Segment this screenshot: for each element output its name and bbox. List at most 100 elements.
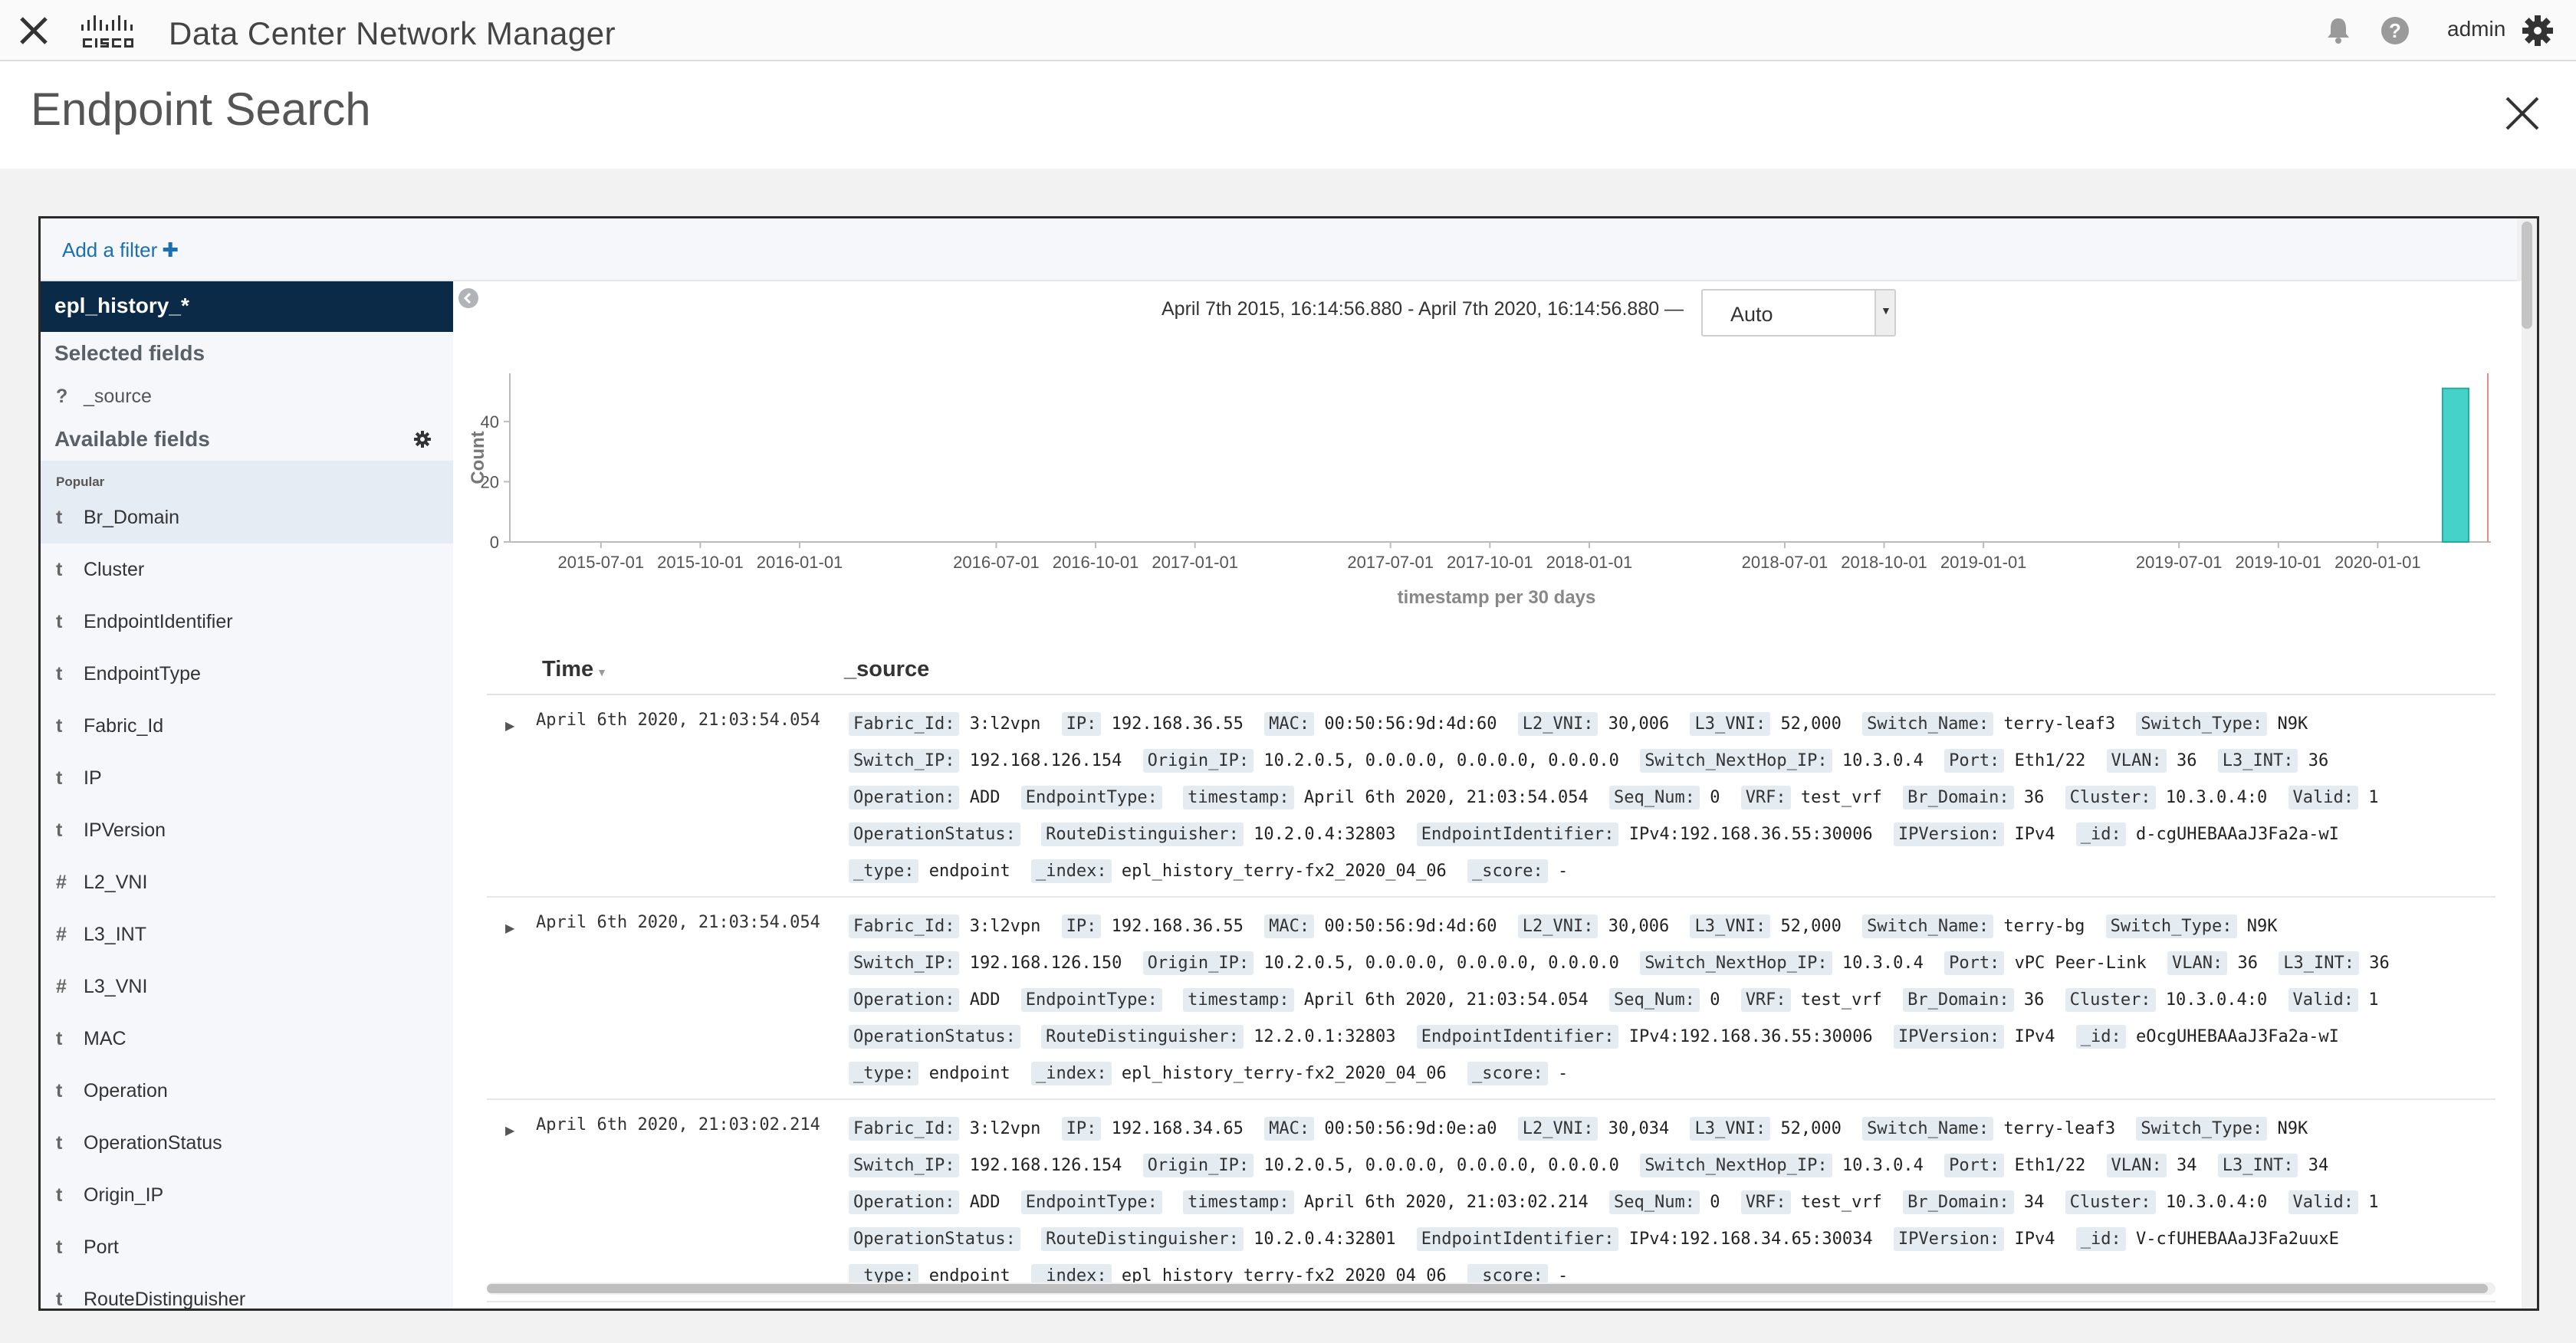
field-key: Origin_IP: [1142, 951, 1254, 975]
field-key: IP: [1061, 712, 1102, 736]
row-time: April 6th 2020, 21:03:54.054 [536, 913, 820, 932]
field-value: Eth1/22 [2014, 1156, 2086, 1175]
close-icon[interactable] [17, 14, 51, 48]
field-value: 30,034 [1608, 1119, 1670, 1138]
field-key: Cluster: [2065, 988, 2156, 1012]
field-value: terry-leaf3 [2003, 714, 2116, 734]
field-value: April 6th 2020, 21:03:54.054 [1303, 990, 1589, 1010]
y-tick-label: 0 [490, 533, 499, 552]
source-field: OperationStatus: [849, 1025, 1030, 1049]
field-name: Origin_IP [84, 1184, 164, 1206]
field-key: Switch_Type: [2136, 712, 2268, 736]
source-field: MAC: 00:50:56:9d:0e:a0 [1264, 1117, 1497, 1141]
gear-icon[interactable] [2521, 14, 2555, 48]
horizontal-scrollbar[interactable] [487, 1282, 2496, 1295]
field-item[interactable]: # L3_VNI [41, 960, 453, 1013]
field-item[interactable]: t Operation [41, 1065, 453, 1117]
help-icon[interactable]: ? [2380, 15, 2410, 46]
field-item[interactable]: t Origin_IP [41, 1169, 453, 1221]
source-field: Switch_IP: 192.168.126.150 [849, 951, 1122, 975]
source-field: IP: 192.168.36.55 [1061, 914, 1244, 938]
field-value: 10.3.0.4 [1842, 751, 1924, 770]
field-key: Switch_NextHop_IP: [1640, 1154, 1832, 1177]
field-item[interactable]: t Br_Domain [41, 491, 453, 543]
field-key: Seq_Num: [1608, 988, 1700, 1012]
close-panel-icon[interactable] [2502, 94, 2542, 133]
sort-down-icon[interactable]: ▼ [596, 666, 607, 678]
field-item[interactable]: t Fabric_Id [41, 700, 453, 752]
time-range-label: April 7th 2015, 16:14:56.880 - April 7th… [1162, 298, 1684, 320]
field-key: _score: [1467, 859, 1548, 883]
source-field: IPVersion: IPv4 [1893, 823, 2055, 846]
expand-row-icon[interactable]: ▶ [505, 718, 514, 734]
collapse-sidebar-icon[interactable] [458, 287, 479, 309]
field-value: 36 [2308, 751, 2329, 770]
field-key: Switch_IP: [849, 749, 960, 773]
field-key: Switch_Name: [1862, 1117, 1994, 1141]
field-key: Fabric_Id: [849, 712, 960, 736]
source-field: IPVersion: IPv4 [1893, 1025, 2055, 1049]
source-field: L2_VNI: 30,034 [1517, 1117, 1670, 1141]
field-key: OperationStatus: [849, 1227, 1020, 1251]
field-value: 192.168.36.55 [1111, 917, 1244, 936]
field-type-icon: t [56, 507, 63, 528]
field-key: Switch_NextHop_IP: [1640, 951, 1832, 975]
field-sidebar: epl_history_* Selected fields ? _source A… [41, 281, 453, 1309]
field-item[interactable]: t MAC [41, 1013, 453, 1065]
source-field: Switch_IP: 192.168.126.154 [849, 749, 1122, 773]
field-item[interactable]: t IP [41, 752, 453, 804]
field-value: - [1557, 1064, 1569, 1083]
field-item[interactable]: ? _source [41, 375, 453, 418]
field-name: Fabric_Id [84, 715, 164, 737]
add-filter-button[interactable]: Add a filter ✚ [62, 238, 179, 262]
source-field: Fabric_Id: 3:l2vpn [849, 914, 1040, 938]
field-item[interactable]: # L3_INT [41, 908, 453, 960]
source-field: Operation: ADD [849, 786, 1000, 809]
field-value: 192.168.126.150 [969, 954, 1122, 973]
field-item[interactable]: t RouteDistinguisher [41, 1273, 453, 1309]
field-item[interactable]: t OperationStatus [41, 1117, 453, 1169]
time-column-header[interactable]: Time ▼ [542, 657, 607, 682]
scrollbar-thumb[interactable] [2522, 222, 2532, 329]
x-tick-label: 2018-10-01 [1841, 553, 1927, 572]
field-settings-gear-icon[interactable] [413, 430, 432, 448]
field-value: test_vrf [1800, 788, 1882, 807]
field-name: Br_Domain [84, 507, 180, 528]
field-key: L3_INT: [2279, 951, 2359, 975]
field-value: 192.168.126.154 [969, 1156, 1122, 1175]
select-arrow[interactable]: ▼ [1875, 291, 1894, 335]
field-item[interactable]: t EndpointType [41, 648, 453, 700]
field-value: endpoint [928, 862, 1010, 881]
field-value: 3:l2vpn [969, 1119, 1041, 1138]
expand-row-icon[interactable]: ▶ [505, 921, 514, 936]
bell-icon[interactable] [2325, 15, 2352, 44]
field-value: V-cfUHEBAAaJ3Fa2uuxE [2136, 1230, 2339, 1249]
field-key: _type: [849, 859, 919, 883]
expand-row-icon[interactable]: ▶ [505, 1123, 514, 1138]
row-source: Fabric_Id: 3:l2vpn IP: 192.168.36.55 MAC… [849, 695, 2489, 896]
field-key: OperationStatus: [849, 1025, 1020, 1049]
field-type-icon: t [56, 611, 63, 632]
field-value: 10.2.0.5, 0.0.0.0, 0.0.0.0, 0.0.0.0 [1263, 751, 1619, 770]
field-item[interactable]: t Cluster [41, 543, 453, 596]
field-value: 10.2.0.5, 0.0.0.0, 0.0.0.0, 0.0.0.0 [1263, 1156, 1619, 1175]
field-key: _id: [2075, 1025, 2126, 1049]
field-item[interactable]: t EndpointIdentifier [41, 596, 453, 648]
field-item[interactable]: # L2_VNI [41, 856, 453, 908]
field-value: IPv4 [2014, 825, 2055, 844]
source-field: Seq_Num: 0 [1608, 786, 1720, 809]
source-field: Operation: ADD [849, 988, 1000, 1012]
index-pattern-selector[interactable]: epl_history_* [41, 281, 453, 332]
field-name: Port [84, 1236, 119, 1258]
interval-select[interactable]: Auto ▼ [1701, 289, 1896, 337]
x-tick-label: 2020-01-01 [2334, 553, 2421, 572]
table-row: ▶ April 6th 2020, 21:03:54.054 Fabric_Id: … [487, 695, 2496, 898]
x-tick-label: 2016-07-01 [953, 553, 1040, 572]
x-tick-label: 2017-10-01 [1447, 553, 1533, 572]
field-key: L3_INT: [2217, 749, 2298, 773]
field-item[interactable]: t Port [41, 1221, 453, 1273]
user-menu[interactable]: admin [2447, 17, 2505, 41]
hscroll-thumb[interactable] [487, 1284, 2488, 1293]
x-tick-label: 2016-01-01 [757, 553, 843, 572]
field-item[interactable]: t IPVersion [41, 804, 453, 856]
